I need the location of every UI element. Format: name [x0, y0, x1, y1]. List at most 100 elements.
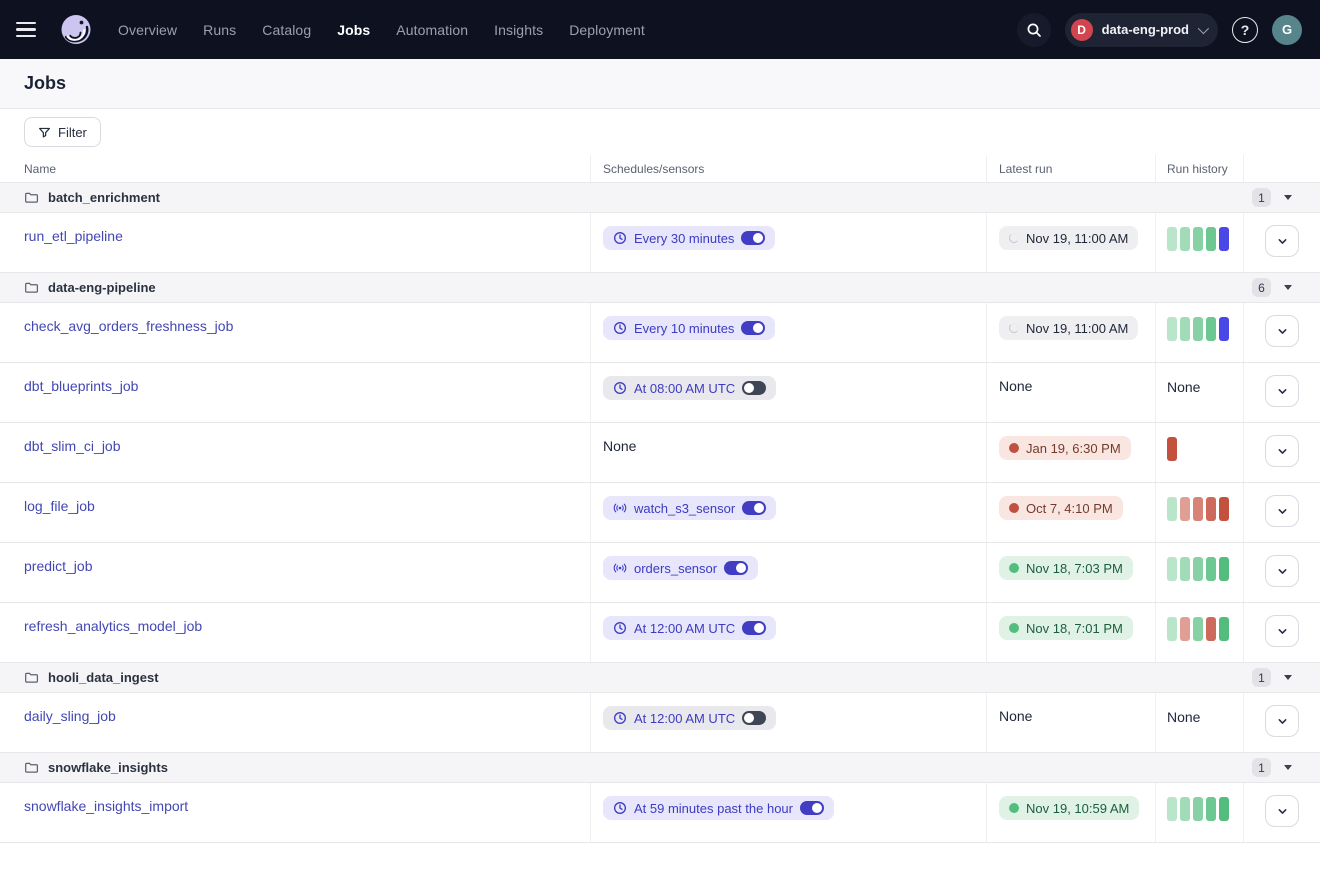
expand-row-button[interactable] [1265, 375, 1299, 407]
schedule-toggle[interactable] [742, 711, 766, 725]
expand-row-button[interactable] [1265, 615, 1299, 647]
group-row[interactable]: hooli_data_ingest 1 [0, 663, 1320, 693]
deployment-badge: D [1071, 19, 1093, 41]
group-name: batch_enrichment [48, 190, 160, 205]
nav-item-overview[interactable]: Overview [118, 22, 177, 38]
collapse-caret-icon[interactable] [1284, 195, 1292, 200]
collapse-caret-icon[interactable] [1284, 285, 1292, 290]
run-history-bars[interactable] [1167, 617, 1229, 641]
latest-run-pill[interactable]: Oct 7, 4:10 PM [999, 496, 1123, 520]
schedule-pill[interactable]: Every 10 minutes [603, 316, 775, 340]
sensor-pill[interactable]: watch_s3_sensor [603, 496, 776, 520]
sensor-pill[interactable]: orders_sensor [603, 556, 758, 580]
dagster-logo[interactable] [56, 10, 96, 50]
job-link[interactable]: dbt_blueprints_job [24, 378, 138, 394]
expand-row-button[interactable] [1265, 495, 1299, 527]
schedule-toggle[interactable] [742, 381, 766, 395]
clock-icon [613, 621, 627, 635]
expand-row-button[interactable] [1265, 315, 1299, 347]
schedule-label: Every 10 minutes [634, 321, 734, 336]
group-row[interactable]: snowflake_insights 1 [0, 753, 1320, 783]
schedule-toggle[interactable] [741, 321, 765, 335]
help-button[interactable]: ? [1232, 17, 1258, 43]
run-history-bars[interactable] [1167, 497, 1229, 521]
run-history-bars[interactable] [1167, 437, 1177, 461]
page-title: Jobs [24, 73, 66, 94]
col-header-run-history: Run history [1155, 155, 1243, 182]
latest-run-pill[interactable]: Nov 19, 11:00 AM [999, 316, 1138, 340]
expand-row-button[interactable] [1265, 795, 1299, 827]
schedule-pill[interactable]: Every 30 minutes [603, 226, 775, 250]
latest-run-pill[interactable]: Nov 18, 7:01 PM [999, 616, 1133, 640]
sensor-toggle[interactable] [742, 501, 766, 515]
search-button[interactable] [1017, 13, 1051, 47]
nav-item-catalog[interactable]: Catalog [262, 22, 311, 38]
run-history-none: None [1167, 709, 1200, 725]
table-row: run_etl_pipeline Every 30 minutes Nov 19… [0, 213, 1320, 273]
job-link[interactable]: predict_job [24, 558, 93, 574]
latest-run-label: Nov 18, 7:03 PM [1026, 561, 1123, 576]
nav-item-jobs[interactable]: Jobs [337, 22, 370, 38]
nav-item-automation[interactable]: Automation [396, 22, 468, 38]
nav-item-runs[interactable]: Runs [203, 22, 236, 38]
group-name: hooli_data_ingest [48, 670, 159, 685]
latest-run-label: Jan 19, 6:30 PM [1026, 441, 1121, 456]
schedule-pill[interactable]: At 08:00 AM UTC [603, 376, 776, 400]
in-progress-icon [1009, 323, 1019, 333]
top-nav: Overview Runs Catalog Jobs Automation In… [0, 0, 1320, 59]
deployment-switcher[interactable]: D data-eng-prod [1065, 13, 1218, 47]
sensor-toggle[interactable] [724, 561, 748, 575]
schedule-pill[interactable]: At 12:00 AM UTC [603, 706, 776, 730]
group-row[interactable]: batch_enrichment 1 [0, 183, 1320, 213]
expand-row-button[interactable] [1265, 555, 1299, 587]
run-history-bars[interactable] [1167, 797, 1229, 821]
primary-nav: Overview Runs Catalog Jobs Automation In… [118, 22, 645, 38]
folder-icon [24, 280, 39, 295]
job-link[interactable]: daily_sling_job [24, 708, 116, 724]
filter-icon [38, 126, 51, 139]
schedule-toggle[interactable] [741, 231, 765, 245]
table-row: daily_sling_job At 12:00 AM UTC None Non… [0, 693, 1320, 753]
latest-run-pill[interactable]: Jan 19, 6:30 PM [999, 436, 1131, 460]
run-history-bars[interactable] [1167, 227, 1229, 251]
table-row: predict_job orders_sensor Nov 18, 7:03 P… [0, 543, 1320, 603]
group-count-badge: 1 [1252, 188, 1271, 207]
filter-button[interactable]: Filter [24, 117, 101, 147]
chevron-down-icon [1198, 22, 1209, 33]
schedule-toggle[interactable] [800, 801, 824, 815]
collapse-caret-icon[interactable] [1284, 675, 1292, 680]
job-link[interactable]: dbt_slim_ci_job [24, 438, 121, 454]
chevron-down-icon [1277, 566, 1288, 577]
schedule-pill[interactable]: At 59 minutes past the hour [603, 796, 834, 820]
expand-row-button[interactable] [1265, 705, 1299, 737]
latest-run-pill[interactable]: Nov 19, 10:59 AM [999, 796, 1139, 820]
group-count-badge: 1 [1252, 758, 1271, 777]
folder-icon [24, 190, 39, 205]
run-history-bars[interactable] [1167, 317, 1229, 341]
group-row[interactable]: data-eng-pipeline 6 [0, 273, 1320, 303]
job-link[interactable]: check_avg_orders_freshness_job [24, 318, 233, 334]
schedule-label: At 12:00 AM UTC [634, 621, 735, 636]
nav-item-insights[interactable]: Insights [494, 22, 543, 38]
collapse-caret-icon[interactable] [1284, 765, 1292, 770]
job-link[interactable]: run_etl_pipeline [24, 228, 123, 244]
expand-row-button[interactable] [1265, 225, 1299, 257]
col-header-latest-run: Latest run [986, 155, 1155, 182]
latest-run-pill[interactable]: Nov 18, 7:03 PM [999, 556, 1133, 580]
expand-row-button[interactable] [1265, 435, 1299, 467]
avatar[interactable]: G [1272, 15, 1302, 45]
job-link[interactable]: snowflake_insights_import [24, 798, 188, 814]
latest-run-pill[interactable]: Nov 19, 11:00 AM [999, 226, 1138, 250]
table-header: Name Schedules/sensors Latest run Run hi… [0, 155, 1320, 183]
latest-run-label: Nov 19, 11:00 AM [1026, 231, 1128, 246]
nav-item-deployment[interactable]: Deployment [569, 22, 645, 38]
job-link[interactable]: refresh_analytics_model_job [24, 618, 202, 634]
schedule-pill[interactable]: At 12:00 AM UTC [603, 616, 776, 640]
menu-icon[interactable] [16, 16, 44, 44]
run-history-bars[interactable] [1167, 557, 1229, 581]
group-count-badge: 6 [1252, 278, 1271, 297]
clock-icon [613, 321, 627, 335]
job-link[interactable]: log_file_job [24, 498, 95, 514]
search-icon [1026, 22, 1042, 38]
schedule-toggle[interactable] [742, 621, 766, 635]
